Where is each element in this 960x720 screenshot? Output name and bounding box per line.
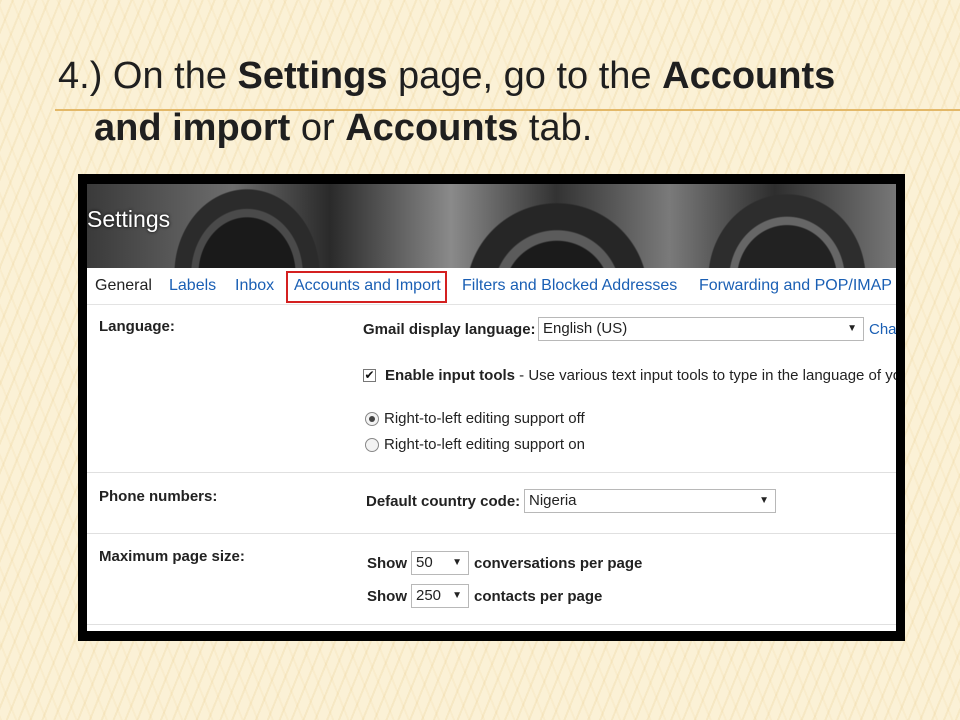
max-page-size-label: Maximum page size: (99, 548, 245, 565)
input-tools-text: Enable input tools - Use various text in… (385, 367, 896, 384)
gmail-settings-panel: Settings General Labels Inbox Accounts a… (87, 184, 896, 631)
theme-banner: Settings (87, 184, 896, 268)
title-accounts-bold-2: Accounts (345, 107, 519, 149)
change-language-link[interactable]: Cha (869, 321, 896, 338)
conversations-per-page-select[interactable]: 50 ▼ (411, 551, 469, 575)
tab-inbox[interactable]: Inbox (235, 277, 274, 295)
contacts-per-page-select[interactable]: 250 ▼ (411, 584, 469, 608)
contacts-per-page-value: 250 (416, 587, 442, 604)
conversations-per-page-value: 50 (416, 554, 433, 571)
country-code-select[interactable]: Nigeria ▼ (524, 489, 776, 513)
contacts-per-page-text: contacts per page (474, 588, 603, 605)
display-language-value: English (US) (543, 320, 628, 337)
title-settings-bold: Settings (237, 55, 388, 97)
rtl-off-radio[interactable] (365, 412, 379, 426)
dropdown-arrow-icon: ▼ (759, 495, 769, 506)
dropdown-arrow-icon: ▼ (452, 557, 462, 568)
rtl-off-label: Right-to-left editing support off (384, 410, 585, 427)
show-label: Show (367, 588, 407, 605)
dropdown-arrow-icon: ▼ (847, 323, 857, 334)
section-divider (87, 472, 896, 473)
input-tools-checkbox[interactable]: ✔ (363, 369, 376, 382)
tab-forwarding[interactable]: Forwarding and POP/IMAP (699, 277, 892, 295)
tab-filters[interactable]: Filters and Blocked Addresses (462, 277, 677, 295)
rtl-on-radio[interactable] (365, 438, 379, 452)
display-language-select[interactable]: English (US) ▼ (538, 317, 864, 341)
tab-accounts-and-import[interactable]: Accounts and Import (294, 277, 441, 295)
title-and-import-bold: and import (94, 107, 291, 149)
show-label: Show (367, 555, 407, 572)
section-divider (87, 533, 896, 534)
tab-general[interactable]: General (95, 277, 152, 295)
language-label: Language: (99, 318, 175, 335)
screenshot-frame: Settings General Labels Inbox Accounts a… (78, 174, 905, 641)
display-language-label: Gmail display language: (363, 321, 536, 338)
title-accounts-bold: Accounts (662, 55, 836, 97)
settings-heading: Settings (87, 206, 171, 232)
section-divider (87, 624, 896, 625)
conversations-per-page-text: conversations per page (474, 555, 643, 572)
dropdown-arrow-icon: ▼ (452, 590, 462, 601)
phone-numbers-label: Phone numbers: (99, 488, 218, 505)
tab-labels[interactable]: Labels (169, 277, 216, 295)
slide-title: 4.) On the Settings page, go to the Acco… (58, 55, 836, 149)
country-code-label: Default country code: (366, 493, 521, 510)
settings-tabs: General Labels Inbox Accounts and Import… (87, 268, 896, 305)
rtl-on-label: Right-to-left editing support on (384, 436, 585, 453)
country-code-value: Nigeria (529, 492, 577, 509)
